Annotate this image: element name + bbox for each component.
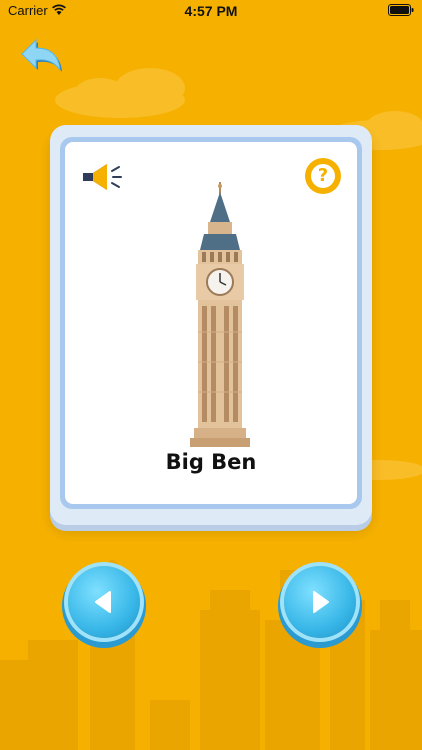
back-button[interactable] bbox=[18, 38, 68, 78]
speaker-icon bbox=[83, 164, 122, 190]
big-ben-illustration bbox=[190, 182, 250, 447]
back-arrow-icon bbox=[21, 38, 62, 72]
triangle-left-icon bbox=[95, 591, 111, 613]
status-bar: Carrier 4:57 PM bbox=[0, 0, 422, 22]
next-button[interactable] bbox=[284, 566, 356, 638]
flashcard-content: ? Big Ben bbox=[65, 142, 357, 504]
flashcard: ? Big Ben bbox=[50, 125, 372, 525]
hint-button[interactable]: ? bbox=[305, 158, 341, 194]
flashcard-border: ? Big Ben bbox=[60, 137, 362, 509]
triangle-right-icon bbox=[313, 591, 329, 613]
question-mark-icon: ? bbox=[311, 164, 335, 188]
previous-button[interactable] bbox=[68, 566, 140, 638]
word-label: Big Ben bbox=[165, 450, 257, 474]
time-label: 4:57 PM bbox=[184, 3, 238, 19]
battery-icon bbox=[388, 4, 414, 16]
speaker-button[interactable] bbox=[81, 160, 127, 196]
